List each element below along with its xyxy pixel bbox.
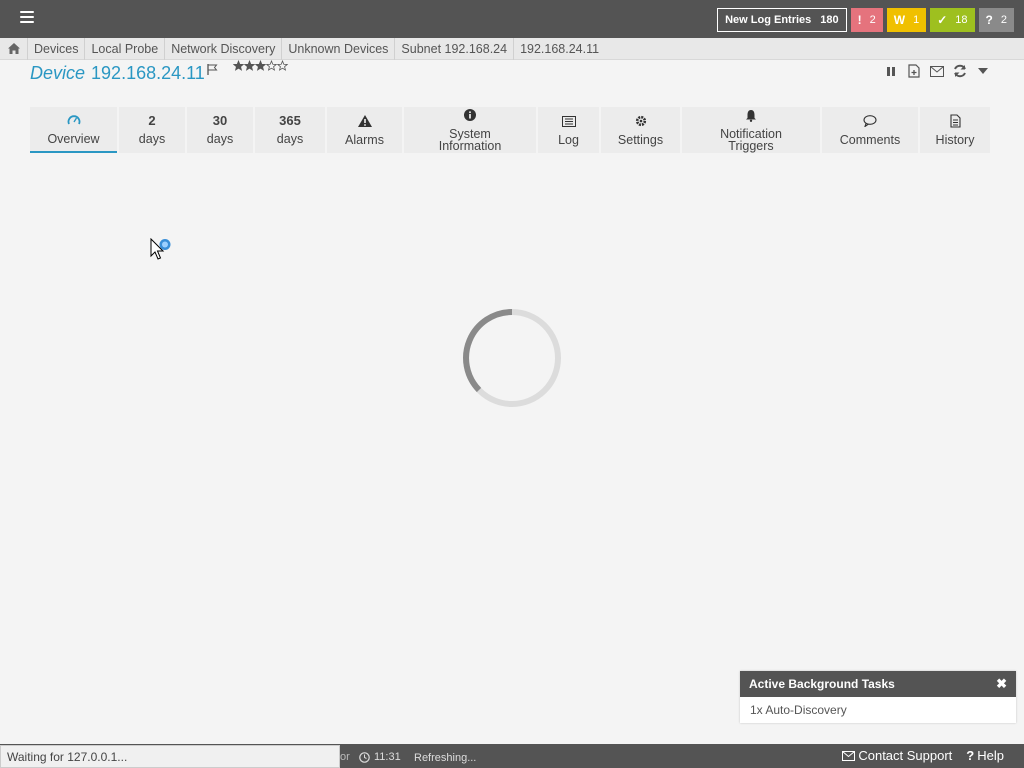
comment-icon [863, 114, 877, 128]
refresh-icon[interactable] [953, 64, 967, 78]
pause-icon[interactable] [884, 64, 898, 78]
background-tasks-panel: Active Background Tasks ✖ 1x Auto-Discov… [740, 671, 1016, 723]
star-empty-icon [265, 59, 278, 71]
background-tasks-header: Active Background Tasks ✖ [740, 671, 1016, 697]
device-actions [884, 64, 990, 78]
tab-label: days [276, 132, 304, 146]
info-icon [464, 108, 476, 122]
help-link[interactable]: ? Help [966, 748, 1004, 763]
tab-system-information[interactable]: System Information [404, 107, 536, 153]
breadcrumb-device[interactable]: 192.168.24.11 [514, 38, 605, 60]
warning-icon [357, 114, 372, 128]
tab-number: 30 [212, 113, 228, 128]
history-icon [949, 114, 961, 128]
breadcrumb-devices[interactable]: Devices [28, 37, 86, 60]
gauge-icon [67, 113, 81, 127]
tab-comments[interactable]: Comments [822, 107, 918, 153]
up-badge[interactable]: ✓ 18 [930, 8, 975, 32]
refreshing-status: Refreshing... [414, 752, 477, 764]
breadcrumb-unknown-devices[interactable]: Unknown Devices [282, 37, 396, 60]
breadcrumb-local-probe[interactable]: Local Probe [85, 37, 166, 60]
chevron-down-icon[interactable] [976, 64, 990, 78]
help-label: Help [977, 748, 1004, 763]
new-log-entries-button[interactable]: New Log Entries 180 [717, 8, 847, 32]
star-filled-icon [232, 59, 245, 71]
tab-label: days [206, 132, 234, 146]
star-filled-icon [254, 59, 267, 71]
help-question-icon: ? [966, 748, 975, 763]
tab-label: Alarms [345, 133, 384, 147]
tab-number: 365 [279, 113, 301, 128]
check-icon: ✓ [937, 13, 948, 27]
gear-icon [635, 114, 647, 128]
page-title: Device 192.168.24.11 [30, 63, 205, 84]
tab-label: Overview [47, 132, 100, 146]
breadcrumb-network-discovery[interactable]: Network Discovery [165, 37, 283, 60]
tab-label: Notification Triggers [720, 127, 782, 153]
mail-outline-icon [842, 750, 856, 761]
star-filled-icon [243, 59, 256, 71]
tab-log[interactable]: Log [538, 107, 599, 153]
breadcrumb: Devices Local Probe Network Discovery Un… [0, 37, 1024, 60]
background-task-item: 1x Auto-Discovery [750, 703, 847, 717]
close-icon[interactable]: ✖ [996, 676, 1007, 692]
footer-clock: 11:31 [359, 751, 401, 763]
unknown-badge[interactable]: ? 2 [978, 8, 1014, 32]
browser-status-text: Waiting for 127.0.0.1... [0, 745, 340, 768]
add-sensor-icon[interactable] [907, 64, 921, 78]
star-empty-icon [276, 59, 289, 71]
tab-notification-triggers[interactable]: Notification Triggers [682, 107, 820, 153]
tab-history[interactable]: History [920, 107, 990, 153]
unknown-count: 2 [1000, 14, 1007, 26]
warning-badge[interactable]: W 1 [886, 8, 927, 32]
tab-label: History [935, 133, 975, 147]
tab-settings[interactable]: Settings [601, 107, 680, 153]
loading-spinner [462, 308, 562, 408]
log-icon [561, 114, 576, 128]
title-prefix: Device [30, 63, 86, 83]
tab-30-days[interactable]: 30 days [187, 107, 253, 153]
alarm-icon: ! [857, 13, 862, 27]
tab-number: 2 [148, 113, 156, 128]
question-icon: ? [985, 13, 993, 27]
tab-365-days[interactable]: 365 days [255, 107, 325, 153]
top-bar: New Log Entries 180 ! 2 W 1 ✓ 18 ? 2 [0, 0, 1024, 38]
device-tabs: Overview 2 days 30 days 365 days Alarms … [30, 107, 992, 153]
tab-label: days [138, 132, 166, 146]
breadcrumb-subnet[interactable]: Subnet 192.168.24 [395, 37, 515, 60]
warning-count: 1 [913, 14, 920, 26]
flag-icon[interactable] [207, 62, 218, 80]
clock-icon [359, 751, 370, 763]
status-area: New Log Entries 180 ! 2 W 1 ✓ 18 ? 2 [717, 8, 1014, 32]
contact-support-link[interactable]: Contact Support [842, 748, 952, 763]
up-count: 18 [955, 14, 968, 26]
tab-alarms[interactable]: Alarms [327, 107, 402, 153]
device-name[interactable]: 192.168.24.11 [91, 63, 205, 84]
footer-bar: or 11:31 Refreshing... Waiting for 127.0… [0, 744, 1024, 768]
footer-fragment: or [340, 751, 350, 763]
alarm-count: 2 [869, 14, 876, 26]
new-log-count: 180 [820, 14, 839, 26]
warning-badge-icon: W [893, 13, 906, 27]
tab-2-days[interactable]: 2 days [119, 107, 185, 153]
priority-stars[interactable] [232, 59, 289, 75]
tab-label: Settings [617, 133, 664, 147]
alarm-down-badge[interactable]: ! 2 [850, 8, 883, 32]
tab-label: Comments [839, 133, 901, 147]
tab-label: System Information [438, 127, 502, 153]
new-log-label: New Log Entries [725, 14, 812, 26]
mouse-cursor-icon [150, 237, 178, 269]
home-icon[interactable] [0, 37, 28, 60]
bell-icon [745, 108, 757, 122]
contact-support-label: Contact Support [858, 748, 953, 763]
tab-label: Log [558, 133, 579, 147]
background-tasks-title: Active Background Tasks [749, 677, 895, 691]
mail-icon[interactable] [930, 64, 944, 78]
menu-icon[interactable] [20, 11, 34, 23]
footer-time: 11:31 [374, 751, 401, 763]
tab-overview[interactable]: Overview [30, 107, 117, 153]
